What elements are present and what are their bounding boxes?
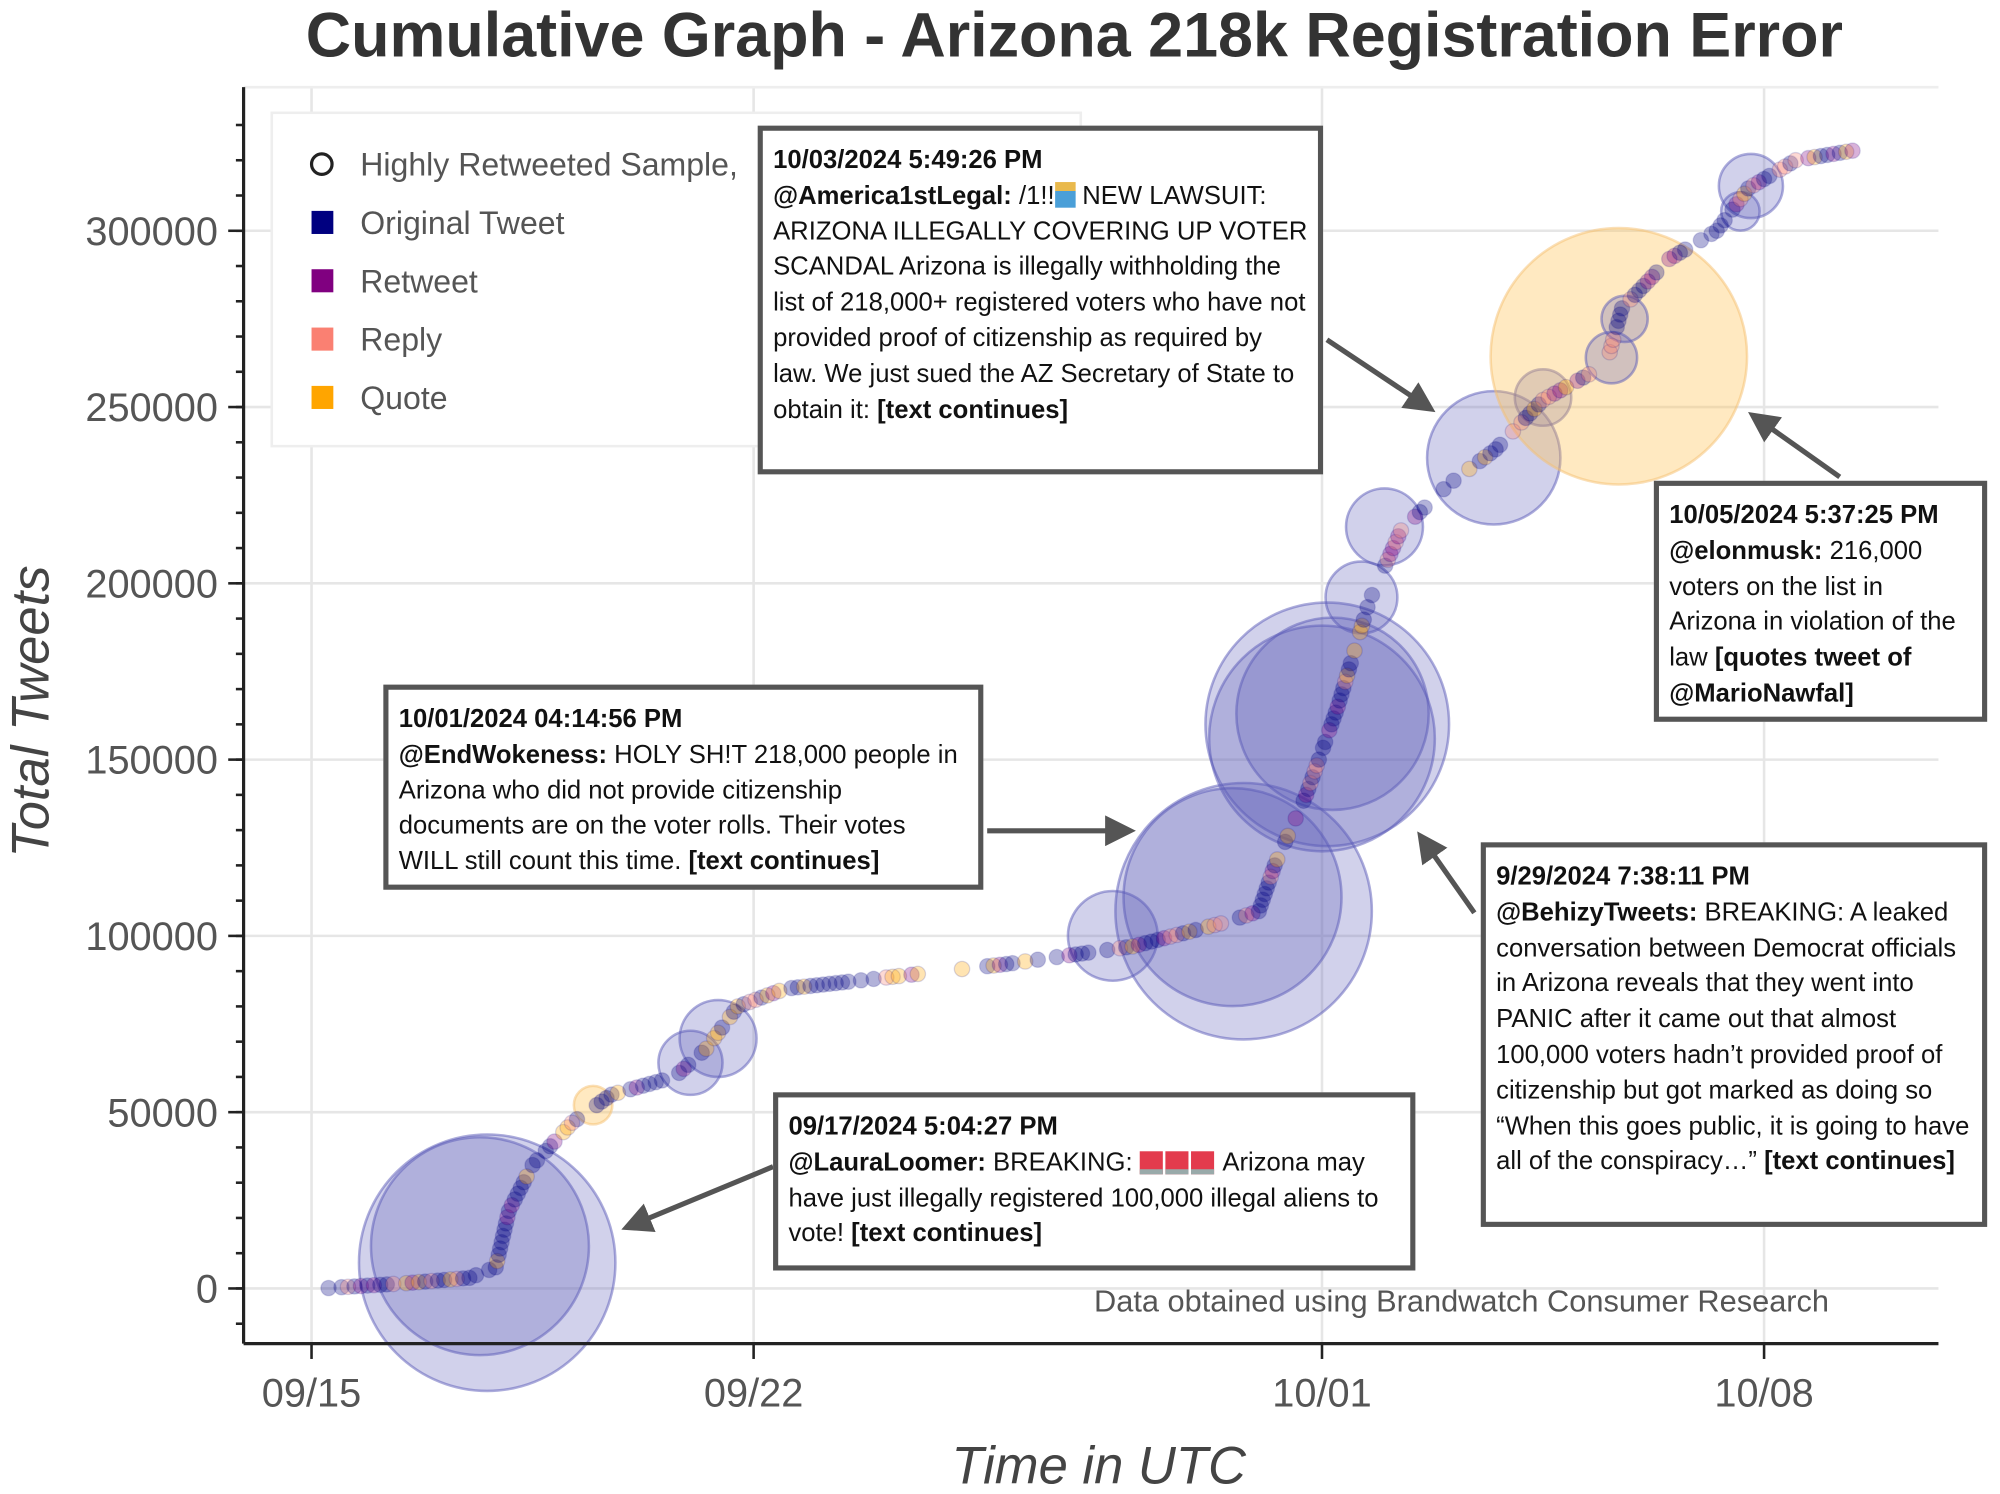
siren-icon: [1139, 1151, 1163, 1175]
highly-retweeted-bubble: [369, 1135, 591, 1357]
tweet-annotation: 10/03/2024 5:49:26 PM @America1stLegal: /…: [757, 125, 1324, 475]
annotation-timestamp: 09/17/2024 5:04:27 PM: [788, 1112, 1058, 1142]
annotation-suffix: [text continues]: [688, 847, 880, 876]
annotation-handle: @EndWokeness:: [398, 740, 608, 769]
tweet-point: [1212, 915, 1230, 932]
tweet-point: [1346, 642, 1363, 660]
annotation-handle: @America1stLegal:: [773, 181, 1012, 210]
x-tick-label: 09/15: [262, 1371, 361, 1415]
annotation-timestamp: 10/03/2024 5:49:26 PM: [773, 146, 1043, 175]
x-tick-label: 10/08: [1714, 1371, 1813, 1415]
tweet-point: [1491, 436, 1509, 454]
tweet-annotation: 9/29/2024 7:38:11 PM @BehizyTweets: BREAK…: [1480, 842, 1988, 1227]
annotation-suffix: [text continues]: [877, 395, 1069, 424]
annotation-handle: @LauraLoomer:: [788, 1148, 986, 1177]
tweet-annotation: 09/17/2024 5:04:27 PM @LauraLoomer: BREAK…: [773, 1092, 1416, 1271]
tweet-point: [568, 1110, 586, 1128]
legend-label: Quote: [360, 380, 447, 416]
annotation-arrow: [1748, 412, 1842, 480]
tweet-point: [1445, 472, 1462, 490]
annotation-arrow: [1325, 337, 1436, 413]
tweet-annotation: 10/01/2024 04:14:56 PM @EndWokeness: HOLY…: [383, 684, 984, 890]
legend-marker-square: [311, 385, 334, 409]
y-tick-label: 50000: [107, 1091, 217, 1135]
y-tick-label: 0: [196, 1268, 218, 1312]
annotation-timestamp: 10/05/2024 5:37:25 PM: [1669, 501, 1939, 530]
annotation-suffix: [text continues]: [1764, 1147, 1955, 1177]
tweet-point: [1363, 586, 1381, 604]
tweet-point: [1279, 827, 1297, 845]
siren-icon: [1165, 1151, 1189, 1175]
annotation-arrow: [621, 1164, 775, 1232]
annotation-handle: @BehizyTweets:: [1496, 898, 1698, 927]
legend-marker-square: [311, 327, 334, 351]
annotation-timestamp: 10/01/2024 04:14:56 PM: [398, 705, 683, 734]
y-tick-label: 300000: [85, 210, 218, 254]
source-note: Data obtained using Brandwatch Consumer …: [1094, 1284, 1829, 1319]
legend-label: Reply: [360, 322, 442, 358]
legend-label: Highly Retweeted Sample,: [360, 147, 738, 183]
tweet-point: [1416, 499, 1433, 516]
annotation-text: NEW LAWSUIT: ARIZONA ILLEGALLY COVERING …: [773, 181, 1308, 424]
tweet-point: [953, 960, 971, 978]
tweet-point: [1580, 366, 1598, 383]
tweet-point: [1079, 944, 1097, 961]
tweet-point: [653, 1072, 671, 1089]
tweet-point: [1844, 142, 1861, 160]
tweet-point: [1287, 810, 1305, 827]
annotation-suffix: [text continues]: [851, 1219, 1043, 1248]
y-tick-label: 250000: [85, 386, 218, 430]
chart-figure: Highly Retweeted Sample, Original Tweet Re…: [0, 0, 2000, 1494]
tweet-point: [1029, 951, 1047, 969]
y-tick-label: 100000: [85, 915, 218, 959]
siren-icon: [1191, 1151, 1215, 1175]
legend-marker-square: [311, 210, 334, 234]
annotation-arrow: [1417, 831, 1477, 915]
annotation-text: BREAKING:: [985, 1148, 1140, 1177]
annotation-handle: @elonmusk:: [1669, 536, 1823, 566]
y-tick-label: 150000: [85, 739, 218, 783]
legend-label: Original Tweet: [360, 205, 564, 241]
legend-marker-square: [311, 269, 334, 293]
x-tick-label: 09/22: [704, 1371, 803, 1415]
y-axis-label: Total Tweets: [2, 566, 61, 858]
tweet-point: [1268, 851, 1286, 868]
tweet-point: [1392, 522, 1410, 539]
chart-title: Cumulative Graph - Arizona 218k Registra…: [305, 1, 1843, 71]
annotation-text: /1!!: [1011, 181, 1055, 210]
tweet-point: [1648, 264, 1665, 281]
legend-label: Retweet: [360, 263, 478, 299]
office-worker-icon: [1054, 181, 1076, 208]
tweet-point: [909, 965, 927, 983]
tweet-annotation: 10/05/2024 5:37:25 PM @elonmusk: 216,000 …: [1653, 480, 1988, 722]
tweet-point: [679, 1056, 697, 1074]
y-tick-label: 200000: [85, 562, 218, 606]
x-tick-label: 10/01: [1272, 1371, 1371, 1415]
tweet-point: [1676, 241, 1694, 258]
annotation-text: BREAKING: A leaked conversation between …: [1496, 898, 1970, 1177]
annotation-timestamp: 9/29/2024 7:38:11 PM: [1496, 862, 1750, 892]
x-axis-label: Time in UTC: [952, 1436, 1247, 1493]
